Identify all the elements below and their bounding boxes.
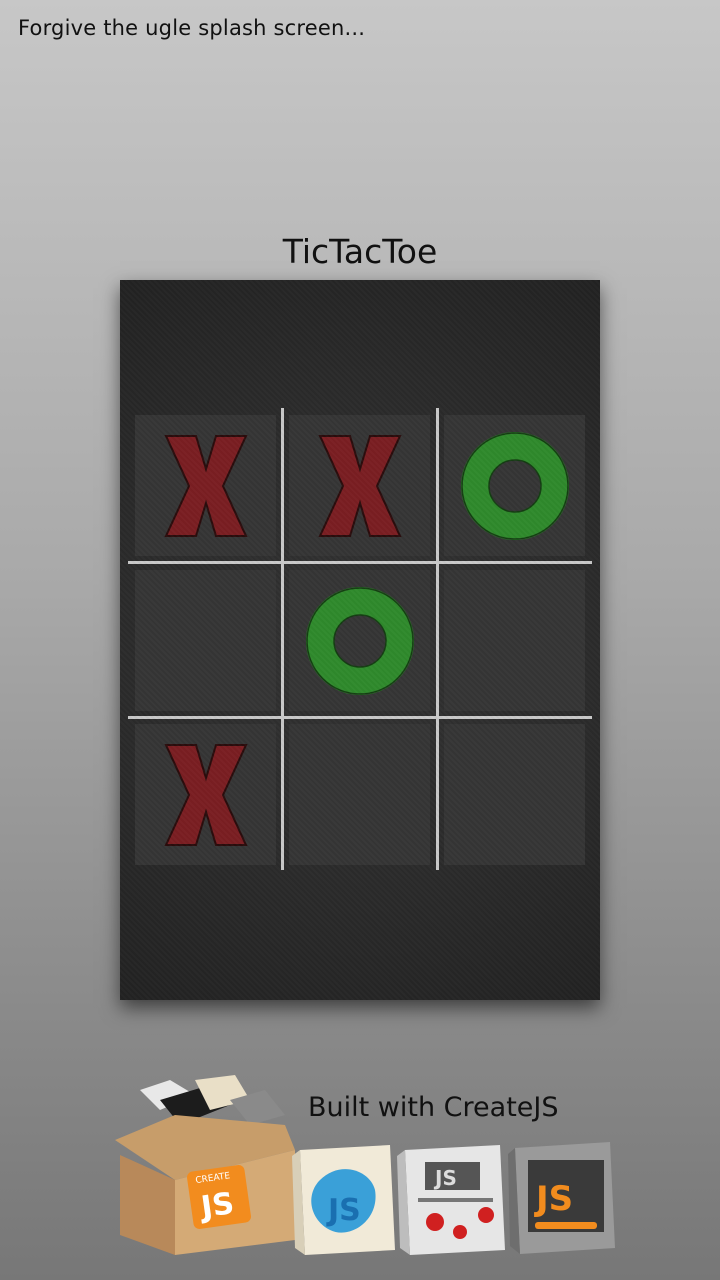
- splash-note: Forgive the ugle splash screen...: [18, 16, 366, 40]
- cell-8[interactable]: [289, 724, 430, 865]
- x-mark-icon: [163, 434, 248, 537]
- x-mark-icon: [317, 434, 402, 537]
- cell-3[interactable]: [444, 415, 585, 556]
- svg-text:JS: JS: [433, 1166, 457, 1190]
- cell-6[interactable]: [444, 570, 585, 711]
- game-board: [120, 280, 600, 1000]
- svg-text:JS: JS: [326, 1193, 361, 1228]
- cell-5[interactable]: [289, 570, 430, 711]
- createjs-box-icon: CREATE JS: [115, 1075, 295, 1255]
- cell-7[interactable]: [135, 724, 276, 865]
- createjs-logos: CREATE JS JS JS JS: [115, 1075, 615, 1255]
- svg-text:JS: JS: [197, 1186, 236, 1226]
- grid-line-vertical-1: [281, 408, 284, 870]
- x-mark-icon: [163, 743, 248, 846]
- easeljs-icon: JS: [292, 1145, 395, 1255]
- o-mark-icon: [460, 431, 569, 540]
- tweenjs-icon: JS: [397, 1145, 505, 1255]
- grid-line-horizontal-1: [128, 561, 592, 564]
- grid-line-vertical-2: [436, 408, 439, 870]
- grid-line-horizontal-2: [128, 716, 592, 719]
- preloadjs-icon: JS: [508, 1142, 615, 1254]
- game-title: TicTacToe: [282, 232, 438, 271]
- cell-1[interactable]: [135, 415, 276, 556]
- cell-9[interactable]: [444, 724, 585, 865]
- cell-4[interactable]: [135, 570, 276, 711]
- o-mark-icon: [305, 586, 414, 695]
- cell-2[interactable]: [289, 415, 430, 556]
- svg-text:JS: JS: [534, 1179, 573, 1219]
